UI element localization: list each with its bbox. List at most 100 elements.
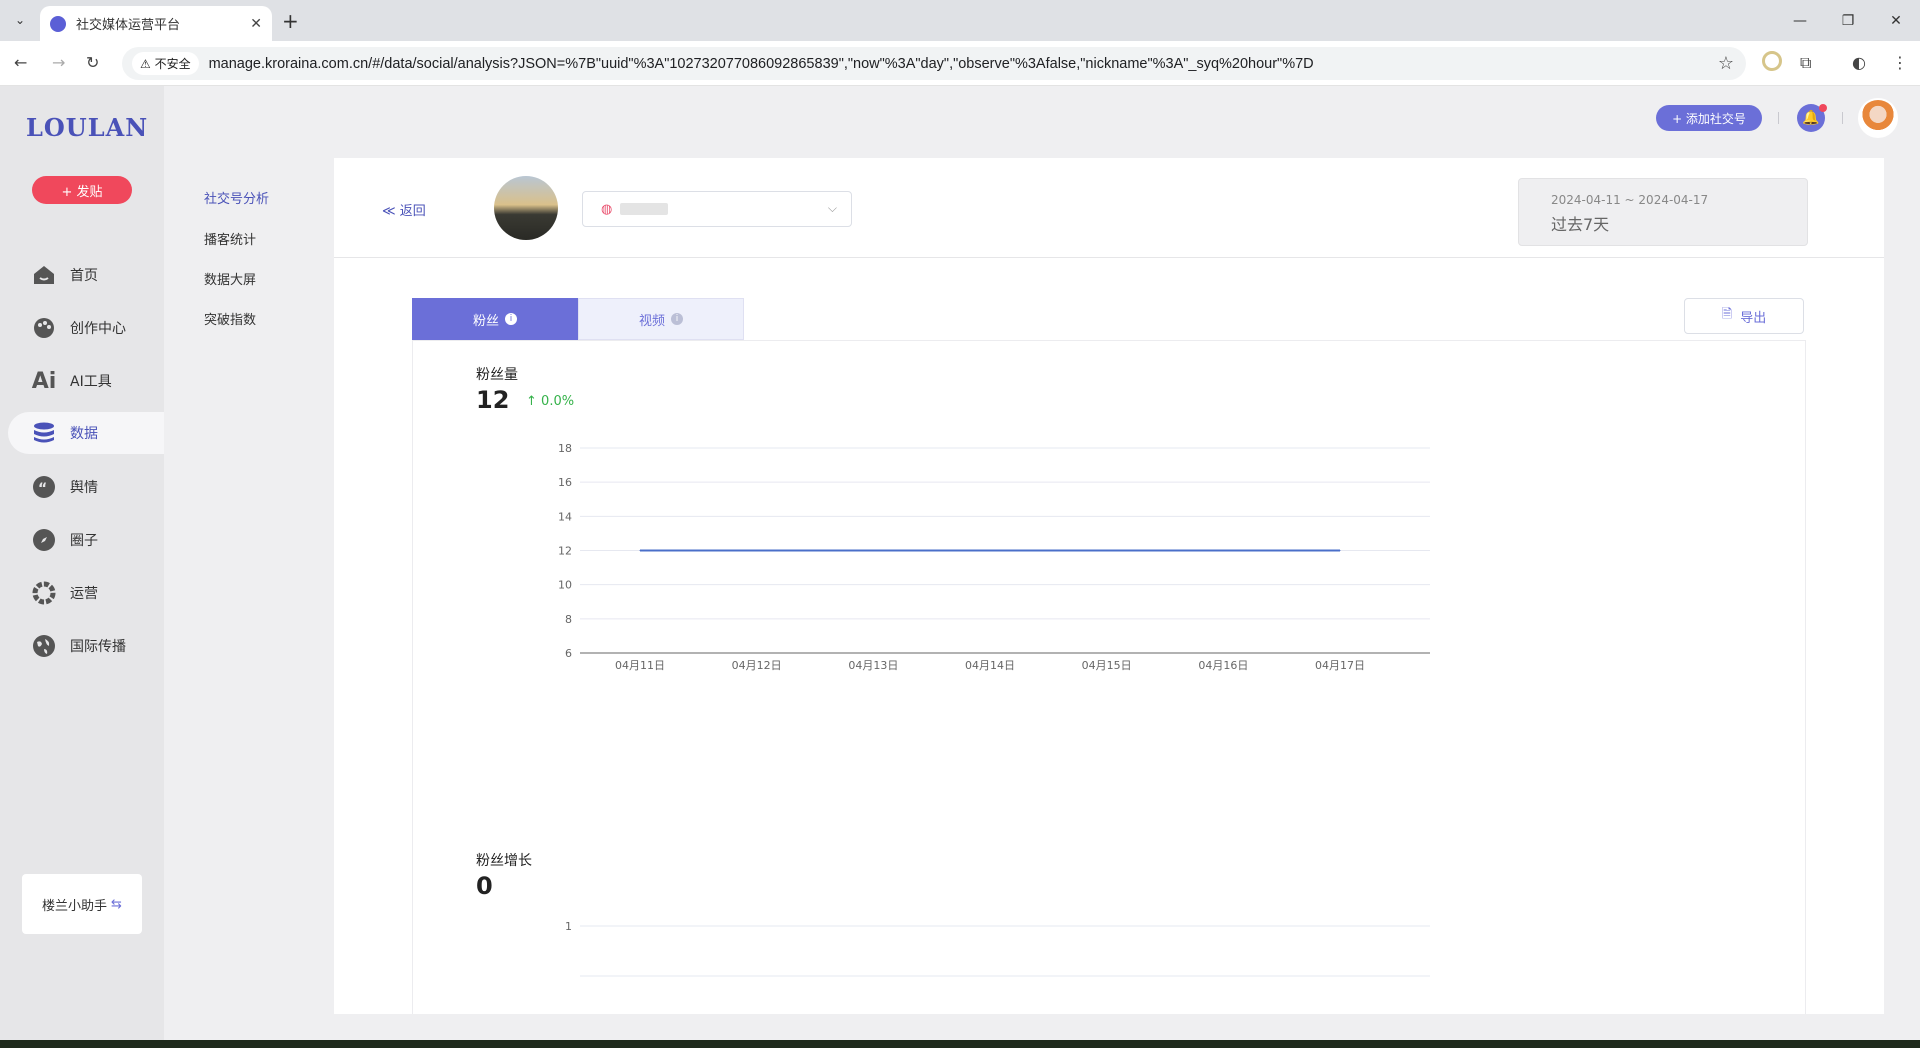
fans-count-label: 粉丝量 [476, 367, 518, 383]
site-favicon-icon [50, 15, 66, 32]
close-window-icon[interactable]: ✕ [1872, 0, 1920, 41]
x-tick-label: 04月11日 [615, 659, 665, 672]
tab-label: 视频 [638, 313, 665, 329]
submenu-item-account-analysis[interactable]: 社交号分析 [204, 188, 269, 207]
close-tab-icon[interactable]: ✕ [250, 16, 262, 32]
submenu-item-data-screen[interactable]: 数据大屏 [204, 269, 256, 288]
ai-icon: Ai [31, 368, 57, 394]
fans-count-value: 12 [476, 386, 510, 414]
divider [1842, 112, 1843, 124]
fans-growth-chart: 1 [565, 920, 1430, 977]
sidebar-item-label: AI工具 [70, 374, 112, 390]
tab-search-icon[interactable]: ⌄ [8, 8, 32, 32]
svg-text:“: “ [38, 481, 47, 497]
data-point [989, 550, 991, 551]
user-avatar[interactable] [1858, 98, 1898, 138]
browser-tab[interactable]: 社交媒体运营平台 ✕ [40, 6, 272, 41]
sidebar-item-sentiment[interactable]: “ 舆情 [8, 466, 164, 508]
fans-growth-label: 粉丝增长 [476, 853, 532, 869]
back-link[interactable]: ≪ 返回 [382, 200, 426, 219]
x-tick-label: 04月13日 [848, 659, 898, 672]
arrow-up-icon: ↑ [526, 394, 537, 409]
data-point [639, 550, 641, 551]
taskbar [0, 1040, 1920, 1048]
sidebar-item-label: 首页 [70, 268, 98, 284]
y-tick-label: 12 [558, 545, 572, 558]
data-point [756, 550, 758, 551]
new-tab-icon[interactable]: + [282, 9, 299, 33]
tab-videos[interactable]: 视频 i [578, 298, 744, 340]
database-icon [32, 421, 56, 445]
data-point [1222, 550, 1224, 551]
fans-line-chart: 6 8 10 12 14 16 18 04月11日 04月12日 04月13日 04月14日 04月1… [558, 442, 1430, 672]
data-submenu: 社交号分析 播客统计 数据大屏 突破指数 [164, 86, 334, 1040]
logo: LOULAN [26, 113, 149, 142]
y-tick-label: 1 [565, 920, 572, 933]
sidebar-item-label: 舆情 [70, 480, 98, 496]
platform-globe-icon: ◍ [601, 201, 613, 217]
extension-icon[interactable] [1762, 51, 1782, 71]
sidebar: LOULAN + 发贴 首页 创作中心 Ai AI工具 数据 “ 舆情 圈子 运… [0, 86, 164, 1040]
window-controls: — ❐ ✕ [1776, 0, 1920, 41]
fans-change-value: 0.0% [541, 394, 575, 409]
date-range-picker[interactable]: 2024-04-11 ~ 2024-04-17 过去7天 [1518, 178, 1808, 246]
x-tick-label: 04月17日 [1315, 659, 1365, 672]
sidebar-item-label: 国际传播 [70, 639, 126, 655]
assistant-label: 楼兰小助手 [42, 898, 108, 914]
quote-icon: “ [32, 475, 56, 499]
y-tick-label: 8 [565, 613, 572, 626]
url-input[interactable]: ⚠ 不安全 manage.kroraina.com.cn/#/data/soci… [122, 47, 1746, 80]
assistant-button[interactable]: 楼兰小助手 ⇆ [22, 874, 142, 934]
restore-icon[interactable]: ❐ [1824, 0, 1872, 41]
y-tick-label: 10 [558, 579, 572, 592]
sidebar-item-creation[interactable]: 创作中心 [8, 307, 164, 349]
tab-fans[interactable]: 粉丝 i [412, 298, 578, 340]
compass-icon [32, 528, 56, 552]
globe-icon [32, 634, 56, 658]
sidebar-item-label: 数据 [70, 426, 98, 442]
data-point [872, 550, 874, 551]
address-bar: ← → ↻ ⚠ 不安全 manage.kroraina.com.cn/#/dat… [0, 41, 1920, 86]
divider [1778, 112, 1779, 124]
info-icon[interactable]: i [671, 313, 683, 325]
info-icon[interactable]: i [505, 313, 517, 325]
export-button[interactable]: 🗎 导出 [1684, 298, 1804, 334]
back-arrow-icon[interactable]: ← [14, 53, 27, 72]
y-tick-label: 18 [558, 442, 572, 455]
sidebar-item-circle[interactable]: 圈子 [8, 519, 164, 561]
gear-icon [32, 581, 56, 605]
swap-icon: ⇆ [111, 896, 122, 912]
add-social-account-button[interactable]: + 添加社交号 [1656, 105, 1762, 131]
home-icon [32, 263, 56, 287]
y-tick-label: 16 [558, 476, 572, 489]
notification-dot [1819, 104, 1827, 112]
export-label: 导出 [1740, 310, 1767, 326]
sidebar-item-home[interactable]: 首页 [8, 254, 164, 296]
security-warning[interactable]: ⚠ 不安全 [132, 52, 199, 75]
account-select[interactable]: ◍ ⌵ [582, 191, 852, 227]
sidebar-item-label: 圈子 [70, 533, 98, 549]
post-button[interactable]: + 发贴 [32, 176, 132, 204]
submenu-item-podcast-stats[interactable]: 播客统计 [204, 229, 256, 248]
sidebar-item-international[interactable]: 国际传播 [8, 625, 164, 667]
reload-icon[interactable]: ↻ [86, 53, 99, 72]
tab-title: 社交媒体运营平台 [76, 18, 181, 33]
data-point [1339, 550, 1341, 551]
forward-arrow-icon[interactable]: → [52, 53, 65, 72]
account-header: ≪ 返回 ◍ ⌵ 2024-04-11 ~ 2024-04-17 过去7天 [334, 158, 1884, 258]
fans-growth-value: 0 [476, 872, 493, 900]
puzzle-icon[interactable]: ⧉ [1800, 53, 1811, 73]
main-panel: ≪ 返回 ◍ ⌵ 2024-04-11 ~ 2024-04-17 过去7天 粉丝… [334, 158, 1884, 1014]
profile-icon[interactable]: ◐ [1852, 53, 1866, 72]
y-tick-label: 14 [558, 510, 572, 523]
menu-dots-icon[interactable]: ⋮ [1892, 53, 1908, 72]
submenu-item-breakthrough-index[interactable]: 突破指数 [204, 309, 256, 328]
fans-change: ↑ 0.0% [526, 394, 574, 409]
sidebar-item-data[interactable]: 数据 [8, 412, 164, 454]
y-tick-label: 6 [565, 647, 572, 660]
sidebar-item-ai[interactable]: Ai AI工具 [8, 360, 164, 402]
bookmark-star-icon[interactable]: ☆ [1718, 53, 1734, 74]
minimize-icon[interactable]: — [1776, 0, 1824, 41]
sidebar-item-operation[interactable]: 运营 [8, 572, 164, 614]
metric-tabs: 粉丝 i 视频 i [412, 298, 744, 340]
